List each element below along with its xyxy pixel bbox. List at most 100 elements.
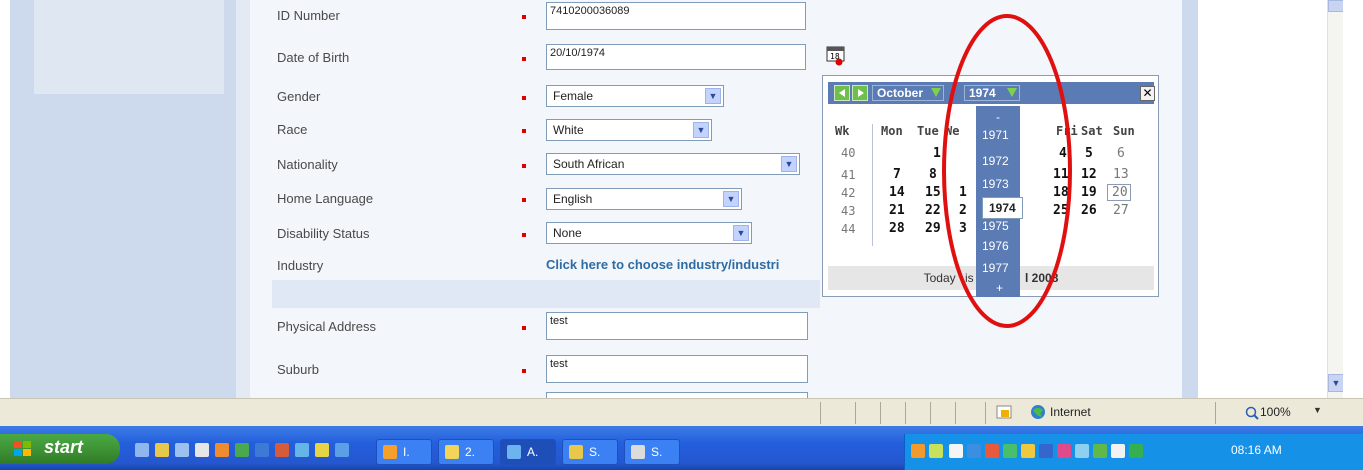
race-select[interactable]: White ▼ xyxy=(546,119,712,141)
day-cell-today[interactable]: 20 xyxy=(1112,185,1128,200)
left-panel-box xyxy=(34,0,224,94)
suburb-input[interactable]: test xyxy=(546,355,808,383)
date-of-birth-input[interactable]: 20/10/1974 xyxy=(546,44,806,70)
tray-icon[interactable] xyxy=(1075,444,1089,458)
physical-address-input[interactable]: test xyxy=(546,312,808,340)
day-cell[interactable]: 1 xyxy=(959,185,967,200)
close-button[interactable]: ✕ xyxy=(1140,86,1155,101)
calendar-icon[interactable]: 18 xyxy=(826,46,846,66)
tray-icon[interactable] xyxy=(929,444,943,458)
home-language-select[interactable]: English ▼ xyxy=(546,188,742,210)
year-select[interactable]: 1974 xyxy=(964,85,1020,101)
chevron-down-icon[interactable]: ▼ xyxy=(705,88,721,104)
day-cell[interactable]: 8 xyxy=(929,167,937,182)
day-cell[interactable]: 22 xyxy=(925,203,941,218)
right-panel xyxy=(1182,0,1198,398)
day-cell[interactable]: 13 xyxy=(1113,167,1129,182)
year-option-next[interactable]: + xyxy=(996,281,1003,295)
year-option[interactable]: 1971 xyxy=(982,128,1009,142)
day-cell[interactable]: 25 xyxy=(1053,203,1069,218)
day-cell[interactable]: 29 xyxy=(925,221,941,236)
quicklaunch-icon[interactable] xyxy=(135,443,149,457)
arrow-right-icon xyxy=(858,89,864,97)
prev-month-button[interactable] xyxy=(834,85,850,101)
nationality-select[interactable]: South African ▼ xyxy=(546,153,800,175)
search-icon[interactable] xyxy=(295,443,309,457)
year-option-prev[interactable]: - xyxy=(996,110,1000,124)
chart-icon[interactable] xyxy=(315,443,329,457)
tray-icon[interactable] xyxy=(949,444,963,458)
app-icon[interactable] xyxy=(195,443,209,457)
day-cell[interactable]: 7 xyxy=(893,167,901,182)
clock[interactable]: 08:16 AM xyxy=(1231,443,1282,457)
day-cell[interactable]: 2 xyxy=(959,203,967,218)
scrollbar-thumb[interactable] xyxy=(1328,0,1344,12)
year-option[interactable]: 1972 xyxy=(982,154,1009,168)
month-value: October xyxy=(877,86,924,100)
day-cell[interactable]: 15 xyxy=(925,185,941,200)
right-margin xyxy=(1198,0,1327,398)
task-button[interactable]: 2. xyxy=(438,439,494,465)
app-icon[interactable] xyxy=(175,443,189,457)
powerpoint-icon[interactable] xyxy=(275,443,289,457)
task-button-active[interactable]: A. xyxy=(500,439,556,465)
day-cell[interactable]: 14 xyxy=(889,185,905,200)
network-icon[interactable] xyxy=(1129,444,1143,458)
tray-icon[interactable] xyxy=(985,444,999,458)
folder-icon[interactable] xyxy=(155,443,169,457)
footer-text: Today xyxy=(923,271,956,285)
tray-icon[interactable] xyxy=(911,444,925,458)
gender-select[interactable]: Female ▼ xyxy=(546,85,724,107)
day-cell[interactable]: 6 xyxy=(1117,146,1125,161)
scroll-down-arrow-icon[interactable]: ▼ xyxy=(1328,374,1344,392)
day-cell[interactable]: 26 xyxy=(1081,203,1097,218)
day-cell[interactable]: 4 xyxy=(1059,146,1067,161)
app-icon[interactable] xyxy=(215,443,229,457)
chevron-down-icon[interactable]: ▼ xyxy=(733,225,749,241)
year-option[interactable]: 1977 xyxy=(982,261,1009,275)
tray-icon[interactable] xyxy=(1057,444,1071,458)
year-option-selected[interactable]: 1974 xyxy=(982,197,1023,219)
task-button[interactable]: S. xyxy=(562,439,618,465)
day-cell[interactable]: 28 xyxy=(889,221,905,236)
tray-icon[interactable] xyxy=(1093,444,1107,458)
lock-icon xyxy=(996,405,1012,419)
year-option[interactable]: 1975 xyxy=(982,219,1009,233)
day-cell[interactable]: 18 xyxy=(1053,185,1069,200)
tray-icon[interactable] xyxy=(1003,444,1017,458)
chevron-down-icon[interactable]: ▼ xyxy=(723,191,739,207)
zoom-level[interactable]: 100% xyxy=(1260,405,1291,419)
tray-icon[interactable] xyxy=(1021,444,1035,458)
zoom-icon[interactable] xyxy=(1245,406,1259,420)
day-cell[interactable]: 27 xyxy=(1113,203,1129,218)
status-divider xyxy=(985,402,986,424)
vertical-scrollbar[interactable]: ▼ xyxy=(1327,0,1344,398)
chevron-down-icon[interactable]: ▼ xyxy=(1313,405,1322,415)
year-option[interactable]: 1973 xyxy=(982,177,1009,191)
day-cell[interactable]: 3 xyxy=(959,221,967,236)
day-cell[interactable]: 1 xyxy=(933,146,941,161)
day-cell[interactable]: 12 xyxy=(1081,167,1097,182)
day-cell[interactable]: 19 xyxy=(1081,185,1097,200)
task-button[interactable]: S. xyxy=(624,439,680,465)
excel-icon[interactable] xyxy=(235,443,249,457)
tray-icon[interactable] xyxy=(1039,444,1053,458)
tray-icon[interactable] xyxy=(1111,444,1125,458)
next-month-button[interactable] xyxy=(852,85,868,101)
disability-status-select[interactable]: None ▼ xyxy=(546,222,752,244)
day-cell[interactable]: 5 xyxy=(1085,146,1093,161)
year-option[interactable]: 1976 xyxy=(982,239,1009,253)
industry-link[interactable]: Click here to choose industry/industri xyxy=(546,257,779,272)
col-sun: Sun xyxy=(1113,124,1135,138)
month-select[interactable]: October xyxy=(872,85,945,101)
word-icon[interactable] xyxy=(255,443,269,457)
day-cell[interactable]: 11 xyxy=(1053,167,1069,182)
id-number-input[interactable]: 7410200036089 xyxy=(546,2,806,30)
start-button[interactable]: start xyxy=(0,434,120,464)
tray-icon[interactable] xyxy=(967,444,981,458)
chevron-down-icon[interactable]: ▼ xyxy=(781,156,797,172)
task-button[interactable]: I. xyxy=(376,439,432,465)
day-cell[interactable]: 21 xyxy=(889,203,905,218)
chevron-down-icon[interactable]: ▼ xyxy=(693,122,709,138)
ie-icon[interactable] xyxy=(335,443,349,457)
